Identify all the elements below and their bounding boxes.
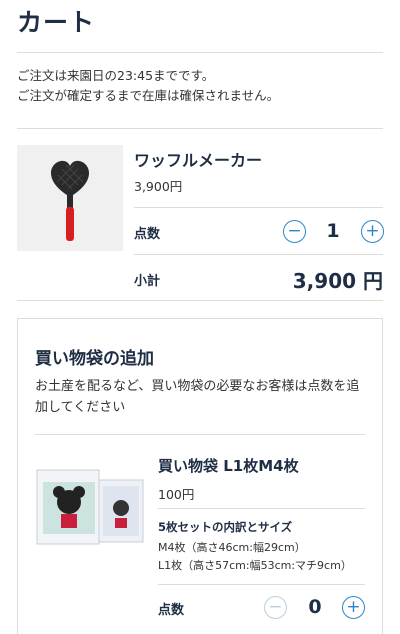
bag-quantity-label: 点数 bbox=[158, 603, 185, 618]
plus-icon: + bbox=[365, 221, 380, 241]
shopping-bag-image bbox=[35, 450, 147, 550]
decrease-quantity-button[interactable]: − bbox=[283, 220, 306, 243]
quantity-value: 1 bbox=[326, 220, 340, 242]
bag-section-title: 買い物袋の追加 bbox=[35, 349, 154, 369]
shopping-bag-icon bbox=[36, 469, 144, 545]
subtotal-label: 小計 bbox=[134, 274, 161, 289]
bag-detail-title: 5枚セットの内訳とサイズ bbox=[158, 520, 293, 534]
increase-bag-quantity-button[interactable]: + bbox=[342, 596, 365, 619]
bag-product-price: 100円 bbox=[158, 487, 195, 502]
divider bbox=[134, 207, 383, 208]
item-name[interactable]: ワッフルメーカー bbox=[134, 147, 262, 171]
plus-icon: + bbox=[346, 597, 361, 617]
decrease-bag-quantity-button[interactable]: − bbox=[264, 596, 287, 619]
notice-line-2: ご注文が確定するまで在庫は確保されません。 bbox=[17, 88, 280, 103]
divider bbox=[17, 128, 383, 129]
divider bbox=[17, 300, 383, 301]
page-title: カート bbox=[17, 8, 96, 37]
divider bbox=[134, 254, 383, 255]
bag-section-description: お土産を配るなど、買い物袋の必要なお客様は点数を追加してください bbox=[35, 379, 360, 415]
bag-quantity-value: 0 bbox=[308, 596, 322, 618]
bag-detail-line: L1枚（高さ57cm:幅53cm:マチ9cm） bbox=[158, 559, 352, 572]
waffle-maker-icon bbox=[51, 160, 89, 241]
minus-icon: − bbox=[287, 221, 302, 241]
bag-product-name[interactable]: 買い物袋 L1枚M4枚 bbox=[158, 455, 299, 476]
bag-detail-line: M4枚（高さ46cm:幅29cm） bbox=[158, 541, 306, 554]
subtotal-value: 3,900 円 bbox=[292, 269, 383, 293]
increase-quantity-button[interactable]: + bbox=[361, 220, 384, 243]
order-notice: ご注文は来園日の23:45までです。 ご注文が確定するまで在庫は確保されません。 bbox=[17, 66, 279, 106]
item-price: 3,900円 bbox=[134, 179, 183, 194]
minus-icon: − bbox=[268, 597, 283, 617]
notice-line-1: ご注文は来園日の23:45までです。 bbox=[17, 68, 215, 83]
quantity-label: 点数 bbox=[134, 227, 161, 242]
waffle-maker-image[interactable] bbox=[17, 145, 123, 251]
divider bbox=[17, 52, 383, 53]
divider bbox=[35, 434, 365, 435]
divider bbox=[158, 508, 365, 509]
divider bbox=[158, 584, 365, 585]
